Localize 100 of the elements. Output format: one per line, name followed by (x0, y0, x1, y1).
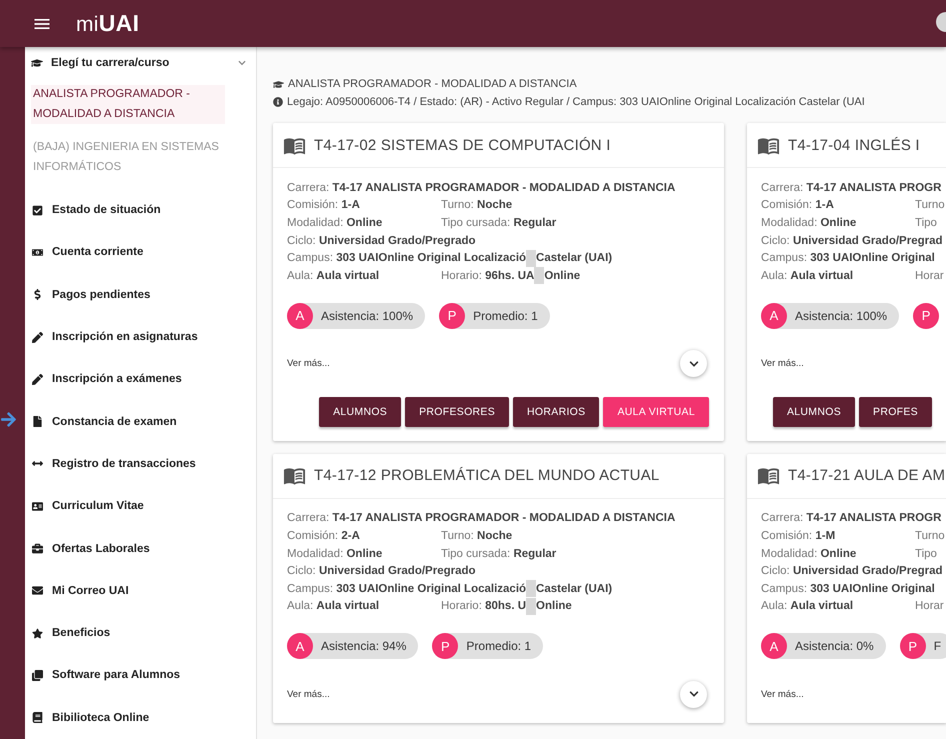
field-text: Carrera: T4-17 ANALISTA PROGR (761, 512, 942, 524)
field-text: Aula: Aula virtual (287, 600, 380, 612)
briefcase-icon (31, 543, 43, 554)
field-text: Comisión: 1-A (761, 199, 835, 212)
sidebar-item[interactable]: Mi Correo UAI (31, 570, 246, 612)
field-text: Turno: Noche (441, 530, 514, 542)
sidebar-item[interactable]: Registro de transacciones (31, 442, 246, 486)
field-text: Turno (915, 530, 945, 542)
field-text: Carrera: T4-17 ANALISTA PROGR (761, 182, 942, 194)
envelope-icon (31, 585, 43, 596)
star-icon (31, 628, 43, 639)
field-text: Modalidad: Online (287, 216, 384, 229)
book-icon (31, 712, 43, 724)
see-more-link[interactable]: Ver más... (761, 358, 804, 370)
field-text: Tipo cursada: Regular (441, 216, 558, 229)
field-text: Online (536, 600, 572, 612)
field-text: Castelar (UAI) (536, 252, 612, 264)
chip-text: F (932, 639, 942, 654)
chip-text: Asistencia: 100% (320, 308, 414, 323)
pencil-icon (31, 332, 43, 343)
field-text: Tipo cursada: Regular (441, 548, 558, 560)
see-more-link[interactable]: Ver más... (287, 358, 330, 370)
document-icon (31, 416, 43, 428)
career-picker[interactable]: Elegí tu carrera/curso (31, 55, 246, 71)
field-text: Campus: 303 UAIOnline Original (761, 582, 935, 595)
info-icon (273, 97, 283, 107)
field-text: Comisión: 1-M (761, 530, 836, 542)
field-text: Aula: Aula virtual (287, 270, 380, 282)
field-text: Horario: 80hs. U (441, 600, 526, 612)
sidebar-item[interactable]: Inscripción en asignaturas (31, 316, 246, 358)
field-text: Tipo (915, 216, 937, 229)
field-text: Comisión: 1-A (287, 199, 361, 212)
chip-avatar: P (439, 302, 466, 329)
field-text: Ciclo: Universidad Grado/Pregrad (761, 234, 943, 247)
course-title: T4-17-12 PROBLEMÁTICA DEL MUNDO ACTUAL (314, 467, 660, 484)
field-text: Campus: 303 UAIOnline Original (761, 252, 935, 264)
chevron-icon (688, 689, 698, 700)
banknote-icon (31, 246, 43, 258)
pencil-icon (31, 374, 43, 385)
arrow-icon (0, 411, 17, 428)
course-title: T4-17-02 SISTEMAS DE COMPUTACIÓN I (314, 136, 611, 154)
sidebar-item[interactable]: Ofertas Laborales (31, 527, 246, 570)
action-button[interactable]: PROFES (859, 396, 932, 427)
field-text: Castelar (UAI) (536, 582, 612, 595)
sidebar-item[interactable]: Beneficios (31, 612, 246, 654)
chip-text: Promedio: 1 (472, 308, 539, 323)
chip-text: Asistencia: 0% (794, 639, 875, 654)
chip-avatar: P (913, 302, 940, 329)
field-text: Horar (915, 270, 944, 282)
career-option[interactable]: ANALISTA PROGRAMADOR - MODALIDAD A DISTANCIA (31, 85, 225, 124)
field-text: Horario: 96hs. UA (441, 270, 534, 282)
sidebar-item[interactable]: Inscripción a exámenes (31, 358, 246, 400)
action-button[interactable]: PROFESORES (405, 396, 510, 427)
field-text: Ciclo: Universidad Grado/Pregrado (287, 565, 476, 578)
field-text: Horar (915, 600, 944, 612)
see-more-link[interactable]: Ver más... (287, 688, 330, 700)
chip-avatar: P (432, 633, 458, 660)
sidebar-item[interactable]: Constancia de examen (31, 400, 246, 443)
action-button[interactable]: ALUMNOS (319, 396, 402, 427)
student-info: Legajo: A0950006006-T4 / Estado: (AR) - Activo Regular / Campus: 303 UAIOnline Original Localización Castelar (UAI (287, 95, 865, 110)
sidebar-item[interactable]: Cuenta corriente (31, 231, 246, 274)
sidebar-item[interactable]: Bibilioteca Online (31, 696, 246, 739)
field-text: Ciclo: Universidad Grado/Pregrado (287, 234, 476, 247)
course-title: T4-17-21 AULA DE AM (788, 467, 946, 484)
chip-avatar: A (287, 302, 313, 329)
field-text: Campus: 303 UAIOnline Original Localizació (287, 252, 526, 264)
chevron-icon (238, 59, 246, 67)
see-more-link[interactable]: Ver más... (761, 688, 804, 700)
field-text: Comisión: 2-A (287, 530, 361, 542)
action-button[interactable]: AULA VIRTUAL (603, 396, 709, 427)
windows-icon (31, 670, 43, 681)
action-button[interactable]: ALUMNOS (772, 396, 856, 427)
field-text: Modalidad: Online (761, 548, 858, 560)
chip-text: Promedio: 1 (465, 639, 532, 654)
field-text: Aula: Aula virtual (761, 600, 854, 612)
sidebar-item[interactable]: Software para Alumnos (31, 654, 246, 697)
field-text: Carrera: T4-17 ANALISTA PROGRAMADOR - MODALIDAD A DISTANCIA (287, 182, 676, 194)
graduation-cap-icon (273, 78, 284, 90)
checkbox-icon (31, 204, 43, 216)
sidebar-item[interactable]: Curriculum Vitae (31, 485, 246, 528)
chip-text: Asistencia: 94% (320, 639, 408, 654)
id-card-icon (31, 500, 43, 512)
chevron-icon (688, 358, 698, 369)
chip-avatar: A (287, 633, 313, 660)
expand-button[interactable] (680, 350, 707, 378)
action-button[interactable]: HORARIOS (513, 396, 600, 427)
field-text: Modalidad: Online (761, 216, 858, 229)
sidebar-item[interactable]: Estado de situación (31, 189, 246, 232)
course-title: T4-17-04 INGLÉS I (788, 136, 920, 154)
chip-avatar: A (761, 633, 787, 660)
career-heading: ANALISTA PROGRAMADOR - MODALIDAD A DISTANCIA (288, 77, 577, 92)
field-text: Modalidad: Online (287, 548, 384, 560)
logo: miUAI (76, 10, 140, 37)
sidebar-item[interactable]: Pagos pendientes (31, 274, 246, 316)
field-text: Online (544, 270, 580, 282)
field-text: Carrera: T4-17 ANALISTA PROGRAMADOR - MODALIDAD A DISTANCIA (287, 512, 676, 524)
field-text: Campus: 303 UAIOnline Original Localizació (287, 582, 526, 595)
field-text: Aula: Aula virtual (761, 270, 854, 282)
chip-avatar: A (761, 302, 787, 329)
expand-button[interactable] (680, 680, 707, 708)
